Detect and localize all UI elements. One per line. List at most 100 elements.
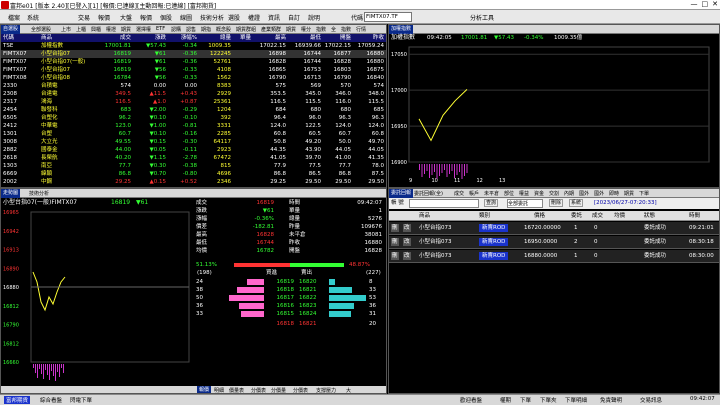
book-bq[interactable]: 38 <box>196 286 203 294</box>
quote-row[interactable]: 6505 台塑化 96.2 ▼0.10 -0.10 392 96.4 96.0 96.3 96.3 <box>1 114 386 122</box>
account-select[interactable] <box>409 199 479 208</box>
book-ap[interactable]: 16823 <box>299 302 317 310</box>
book-bp[interactable]: 16816 <box>264 302 295 310</box>
status-warrant[interactable]: 權期 <box>500 396 511 404</box>
tab-domestic[interactable]: 內期 <box>564 190 574 197</box>
order-flag1[interactable]: 刪 <box>391 224 399 232</box>
book-bp[interactable]: 16817 <box>264 294 295 302</box>
tab-settle[interactable]: 交割 <box>549 190 559 197</box>
menu-screener[interactable]: 選股 <box>228 13 240 22</box>
quote-row[interactable]: TSE 加權指數 17001.81 ▼57.43 -0.34 1009.35 17022.1… <box>1 42 386 50</box>
quote-row[interactable]: 2330 台積電 574 0.00 0.00 8383 575 569 570 574 <box>1 82 386 90</box>
tab-futures-ord[interactable]: 期貨 <box>624 190 634 197</box>
minimize-icon[interactable]: — <box>691 0 698 8</box>
tab-pdvol[interactable]: 分價量 <box>271 387 286 393</box>
tab-all2[interactable]: 全 <box>331 26 336 33</box>
tab-call[interactable]: 認購 <box>171 26 181 33</box>
ocol-status[interactable]: 狀態 <box>644 212 655 220</box>
quote-row[interactable]: 3008 大立光 49.55 ▼0.15 -0.30 64117 50.8 49.20 50.0… <box>1 138 386 146</box>
quote-row[interactable]: 1301 台塑 60.7 ▼0.10 -0.16 2285 60.8 60.5 60.7 60.8 <box>1 130 386 138</box>
tab-equity[interactable]: 權益 <box>519 190 529 197</box>
tab-fills[interactable]: 成交 <box>454 190 464 197</box>
status-overview[interactable]: 綜合看盤 <box>40 396 62 404</box>
order-flag2[interactable]: 改 <box>403 238 411 246</box>
status-order-detail[interactable]: 下單明細 <box>565 396 587 404</box>
col-change[interactable]: 漲跌 <box>136 34 166 42</box>
ocol-avg[interactable]: 均價 <box>614 212 625 220</box>
status-broker[interactable]: 富邦期貨 <box>4 396 31 404</box>
order-flag1[interactable]: 刪 <box>391 252 399 260</box>
tab-etf[interactable]: ETF <box>156 26 165 32</box>
status-flash-order[interactable]: 閃電下單 <box>70 396 92 404</box>
menu-custom[interactable]: 自訂 <box>288 13 300 22</box>
quote-row[interactable]: 2882 國泰金 44.00 ▼0.05 -0.11 2923 44.35 43.90 44.0… <box>1 146 386 154</box>
tab-listed[interactable]: 上市 <box>61 26 71 33</box>
code-input[interactable]: FIMTX07.TF <box>364 12 412 22</box>
tab-place[interactable]: 下單 <box>639 190 649 197</box>
tab-otc[interactable]: 上櫃 <box>76 26 86 33</box>
menu-tech[interactable]: 技術分析 <box>200 13 224 22</box>
tab-concept[interactable]: 概念股 <box>216 26 231 33</box>
tab-warrant[interactable]: 權證 <box>106 26 116 33</box>
menu-warrant[interactable]: 權證 <box>248 13 260 22</box>
book-aq[interactable]: 53 <box>369 294 376 302</box>
col-pct[interactable]: 漲幅% <box>169 34 197 42</box>
ocol-qty[interactable]: 委託 <box>571 212 582 220</box>
book-bp[interactable]: 16818 <box>264 286 295 294</box>
tab-industry[interactable]: 產業類群 <box>261 26 281 33</box>
tab-pvtable[interactable]: 價量表 <box>229 387 244 393</box>
status-order-folder[interactable]: 下單夾 <box>540 396 557 404</box>
tab-index2[interactable]: 指數 <box>341 26 351 33</box>
col-last[interactable]: 成交 <box>101 34 131 42</box>
book-bq[interactable]: 24 <box>196 278 203 286</box>
maximize-icon[interactable]: □ <box>702 0 709 8</box>
book-aq[interactable]: 36 <box>369 302 376 310</box>
book-bp[interactable]: 16819 <box>264 278 295 286</box>
status-welcome[interactable]: 歡迎看盤 <box>460 396 482 404</box>
ocol-price[interactable]: 價格 <box>534 212 545 220</box>
filter-select[interactable]: 全部委託 <box>507 199 543 208</box>
quote-row[interactable]: FIMTX07 小型台指07(一般) 16819 ▼61 -0.36 52761 16828… <box>1 58 386 66</box>
tab-trend[interactable]: 走勢圖 <box>1 189 21 198</box>
tab-position[interactable]: 部位 <box>504 190 514 197</box>
tab-quote[interactable]: 報價 <box>197 386 212 393</box>
menu-quote[interactable]: 報價 <box>98 13 110 22</box>
order-flag1[interactable]: 刪 <box>391 238 399 246</box>
ocol-time[interactable]: 時間 <box>689 212 700 220</box>
menu-info[interactable]: 資訊 <box>268 13 280 22</box>
quote-row[interactable]: 2454 聯發科 683 ▼2.00 -0.29 1204 684 680 680 685 <box>1 106 386 114</box>
tab-market[interactable]: 行情 <box>356 26 366 33</box>
quote-row[interactable]: FIMTX07 小型台指07 16819 ▼56 -0.33 4108 16865 16753… <box>1 66 386 74</box>
col-volume[interactable]: 總量 <box>201 34 231 42</box>
menu-file[interactable]: 檔案 <box>8 13 20 22</box>
status-order[interactable]: 下單 <box>520 396 531 404</box>
order-flag2[interactable]: 改 <box>403 224 411 232</box>
analysis-tools-menu[interactable]: 分析工具 <box>470 13 494 22</box>
tab-watchlist[interactable]: 自選股 <box>1 25 21 34</box>
col-low[interactable]: 最低 <box>291 34 321 42</box>
book-ap[interactable]: 16821 <box>299 286 317 294</box>
tab-funds[interactable]: 資金 <box>534 190 544 197</box>
col-prevclose[interactable]: 昨收 <box>351 34 384 42</box>
tab-split[interactable]: 權分 <box>301 26 311 33</box>
tab-foreign2[interactable]: 國外 <box>594 190 604 197</box>
tab-futures[interactable]: 期貨 <box>121 26 131 33</box>
order-row[interactable]: 刪改 小型台指073 新賣ROD 16720.00000 1 0 委託成功 09:21:01 <box>389 222 719 235</box>
quote-row[interactable]: 6669 緯穎 86.8 ▼0.70 -0.80 4696 86.8 86.5 86.8 87.5 <box>1 170 386 178</box>
tab-foreign[interactable]: 國外 <box>579 190 589 197</box>
tab-all[interactable]: 全部選股 <box>31 26 51 33</box>
book-aq[interactable]: 33 <box>369 286 376 294</box>
menu-help[interactable]: 說明 <box>308 13 320 22</box>
book-bq[interactable]: 36 <box>196 302 203 310</box>
quote-row[interactable]: 2002 中鋼 29.25 ▲0.15 +0.52 2346 29.25 29.50 29.50… <box>1 178 386 186</box>
quote-row[interactable]: 2308 台達電 349.5 ▲11.5 +0.43 2929 353.5 345.0 346.… <box>1 90 386 98</box>
tab-pdtable[interactable]: 分價表 <box>293 387 308 393</box>
book-aq[interactable]: 31 <box>369 310 376 318</box>
tab-fut2[interactable]: 期貨 <box>286 26 296 33</box>
tab-big[interactable]: 大 <box>346 387 351 393</box>
menu-quote2[interactable]: 報價 <box>140 13 152 22</box>
tab-index[interactable]: 指數 <box>316 26 326 33</box>
tab-detail[interactable]: 明細 <box>214 387 224 393</box>
tab-realtime[interactable]: 即時 <box>609 190 619 197</box>
tab-account[interactable]: 帳戶 <box>469 190 479 197</box>
